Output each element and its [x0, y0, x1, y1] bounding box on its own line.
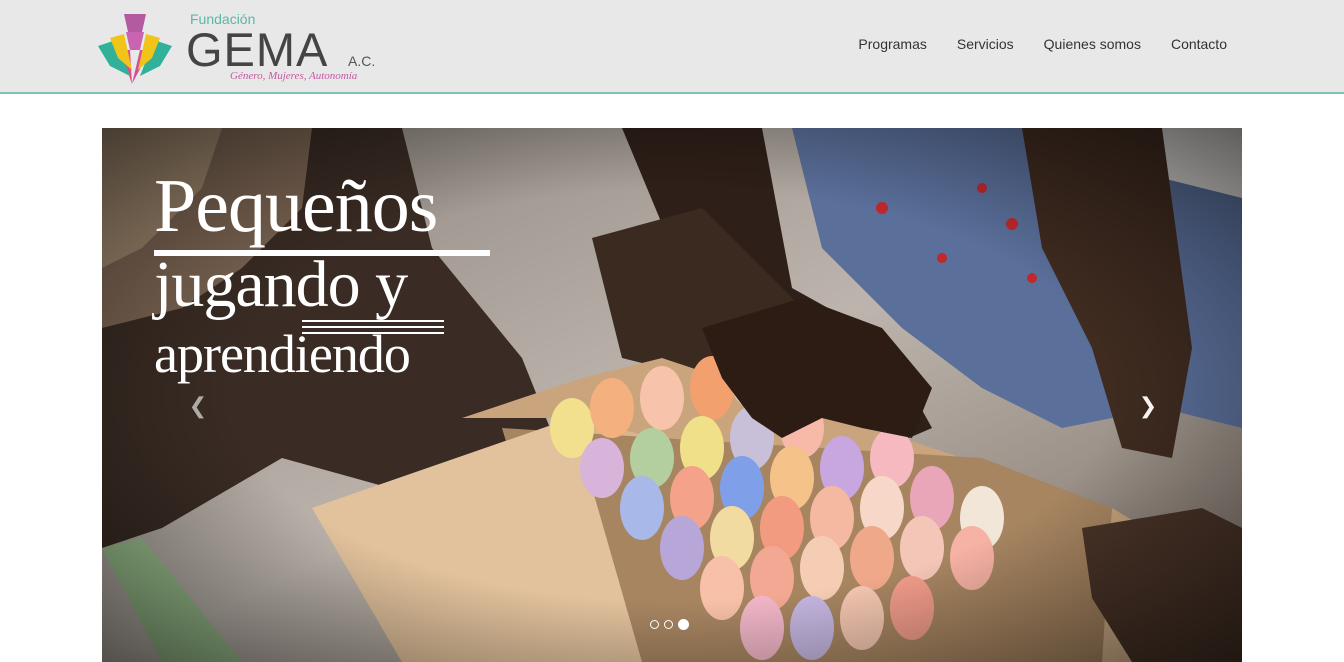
- carousel-next-button[interactable]: ❯: [1136, 393, 1160, 419]
- caption-underline: [302, 326, 444, 328]
- caption-underline: [302, 332, 444, 334]
- caption-underline: [302, 320, 444, 322]
- nav-programas[interactable]: Programas: [858, 36, 926, 52]
- carousel-indicators: [650, 619, 689, 630]
- carousel-caption: Pequeños jugando y aprendiendo: [154, 164, 514, 386]
- carousel-indicator-3[interactable]: [678, 619, 689, 630]
- nav-quienes-somos[interactable]: Quienes somos: [1044, 36, 1141, 52]
- logo-gema-text: GEMA: [186, 23, 329, 76]
- caption-line-1: Pequeños: [154, 164, 438, 248]
- hero-carousel[interactable]: Pequeños jugando y aprendiendo ❮ ❯: [102, 128, 1242, 662]
- logo-ac-text: A.C.: [348, 53, 376, 69]
- chevron-left-icon: ❮: [188, 393, 208, 419]
- site-header: Fundación GEMA A.C. Género, Mujeres, Aut…: [0, 0, 1344, 94]
- carousel-prev-button[interactable]: ❮: [186, 393, 210, 419]
- gema-logo[interactable]: Fundación GEMA A.C. Género, Mujeres, Aut…: [96, 8, 386, 88]
- gema-logo-mark-icon: [98, 14, 172, 84]
- main-nav: Programas Servicios Quienes somos Contac…: [858, 36, 1227, 52]
- chevron-right-icon: ❯: [1138, 393, 1158, 419]
- caption-line-2: jugando y: [154, 248, 408, 321]
- caption-underlines: [302, 320, 444, 338]
- nav-contacto[interactable]: Contacto: [1171, 36, 1227, 52]
- logo-tagline: Género, Mujeres, Autonomía: [230, 70, 358, 82]
- caption-divider: [154, 250, 490, 256]
- carousel-indicator-2[interactable]: [664, 620, 673, 629]
- carousel-indicator-1[interactable]: [650, 620, 659, 629]
- nav-servicios[interactable]: Servicios: [957, 36, 1014, 52]
